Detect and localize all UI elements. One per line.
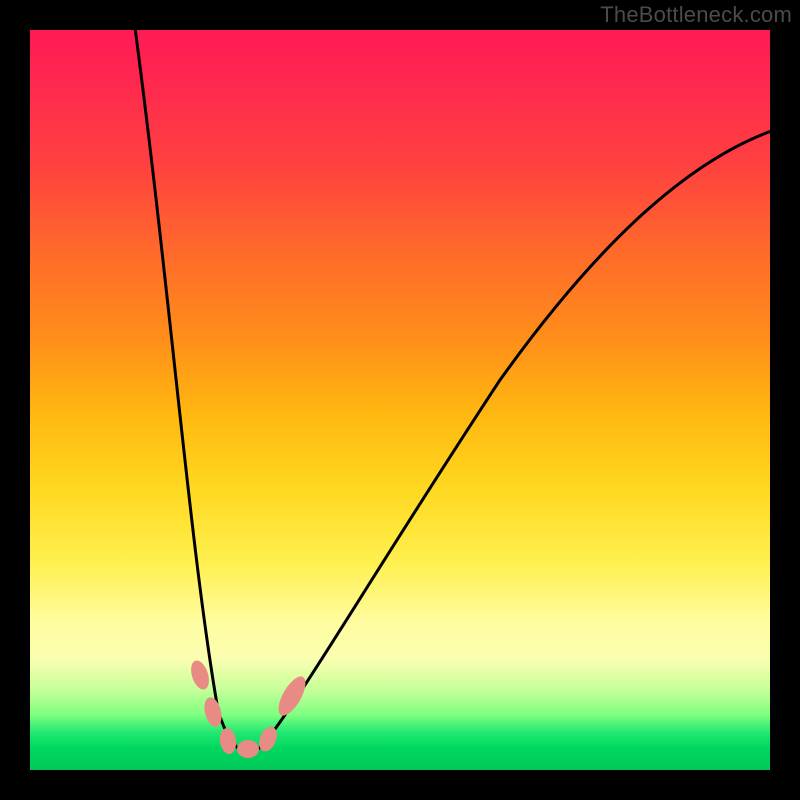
curve-marker — [218, 727, 237, 755]
curve-marker — [273, 672, 311, 719]
chart-area — [30, 30, 770, 770]
bottleneck-chart — [30, 30, 770, 770]
curve-marker — [237, 740, 259, 758]
curve-marker — [202, 696, 225, 729]
watermark-text: TheBottleneck.com — [600, 2, 792, 28]
curve-marker — [188, 658, 212, 691]
bottleneck-curve — [134, 20, 774, 752]
